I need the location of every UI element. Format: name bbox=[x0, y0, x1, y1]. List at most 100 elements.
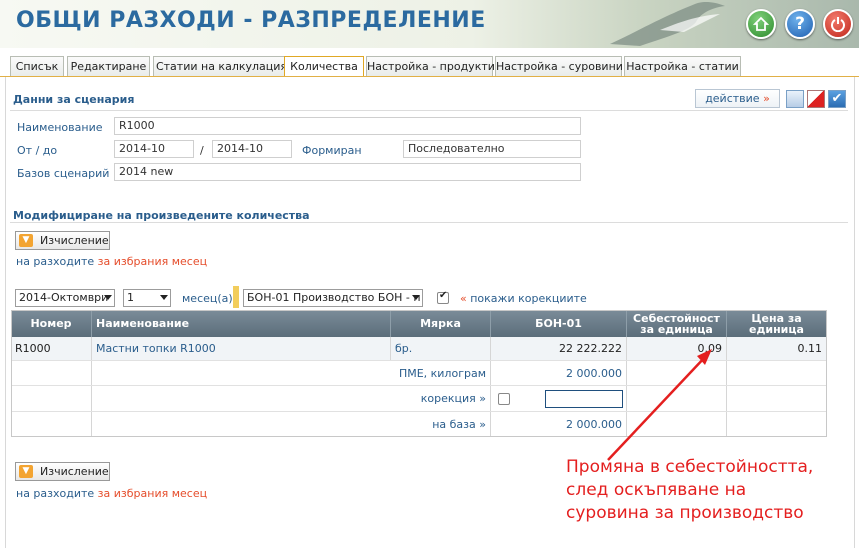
tab-edit[interactable]: Редактиране bbox=[67, 56, 150, 76]
cell-name-link[interactable]: Мастни топки R1000 bbox=[92, 337, 391, 360]
annotation-callout: Промяна в себестойността, след оскъпяван… bbox=[566, 456, 846, 525]
chevron-down-icon: ▼ bbox=[19, 465, 33, 478]
calc-hint-bottom: на разходите за избрания месец bbox=[16, 487, 207, 500]
calc-hint-link[interactable]: за избрания месец bbox=[98, 255, 207, 268]
cell-empty bbox=[11, 386, 92, 411]
list-icon[interactable] bbox=[786, 90, 804, 108]
table-row: корекция » bbox=[11, 386, 827, 412]
show-corrections-label: покажи корекциите bbox=[470, 292, 587, 305]
cell-number: R1000 bbox=[11, 337, 92, 360]
section-divider bbox=[10, 110, 848, 111]
col-unit-price[interactable]: Цена за единица bbox=[727, 310, 827, 337]
action-button[interactable]: действие » bbox=[695, 89, 780, 108]
month-select-value: 2014-Октомври bbox=[19, 291, 109, 304]
cell-correction-link[interactable]: корекция » bbox=[92, 386, 491, 411]
home-button[interactable] bbox=[746, 9, 776, 39]
action-arrow-icon: » bbox=[763, 92, 770, 105]
help-button[interactable]: ? bbox=[785, 9, 815, 39]
annotation-line: суровина за производство bbox=[566, 503, 804, 523]
cell-base-bon01: 2 000.000 bbox=[491, 412, 627, 437]
tab-settings-articles[interactable]: Настройка - статии bbox=[624, 56, 741, 76]
base-scenario-field[interactable]: 2014 new bbox=[114, 163, 581, 181]
calculate-label: Изчисление bbox=[40, 465, 109, 478]
chevron-down-icon bbox=[160, 295, 168, 300]
product-select-value: БОН-01 Производство БОН - п bbox=[247, 291, 421, 304]
month-count-value: 1 bbox=[127, 291, 134, 304]
calc-hint-blue: на разходите bbox=[16, 255, 98, 268]
chevron-down-icon bbox=[412, 295, 420, 300]
cell-pme-bon01: 2 000.000 bbox=[491, 361, 627, 385]
cell-unit: бр. bbox=[391, 337, 491, 360]
period-to-field[interactable]: 2014-10 bbox=[212, 140, 292, 158]
show-corrections-checkbox[interactable] bbox=[437, 290, 449, 304]
quantities-section-title: Модифициране на произведените количества bbox=[13, 209, 310, 222]
table-row: на база » 2 000.000 bbox=[11, 412, 827, 437]
table-header: Номер Наименование Мярка БОН-01 Себестой… bbox=[11, 310, 827, 337]
cell-pme-label: ПМЕ, килограм bbox=[92, 361, 491, 385]
tab-list[interactable]: Списък bbox=[10, 56, 64, 76]
correction-checkbox[interactable] bbox=[498, 393, 510, 405]
action-label: действие bbox=[705, 92, 760, 105]
tab-calc-articles[interactable]: Статии на калкулация bbox=[153, 56, 290, 76]
calculate-label: Изчисление bbox=[40, 234, 109, 247]
month-count-select[interactable]: 1 bbox=[123, 289, 171, 307]
power-button[interactable] bbox=[823, 9, 853, 39]
col-bon01[interactable]: БОН-01 bbox=[491, 310, 627, 337]
cell-empty bbox=[11, 412, 92, 437]
cell-empty bbox=[727, 412, 827, 437]
app-header: ОБЩИ РАЗХОДИ - РАЗПРЕДЕЛЕНИЕ ? bbox=[0, 0, 859, 48]
calc-hint-link[interactable]: за избрания месец bbox=[98, 487, 207, 500]
confirm-check-icon[interactable]: ✔ bbox=[828, 90, 846, 108]
tab-settings-materials[interactable]: Настройка - суровини bbox=[495, 56, 623, 76]
help-icon: ? bbox=[795, 14, 805, 34]
calculate-button-bottom[interactable]: ▼ Изчисление bbox=[15, 462, 110, 481]
product-select[interactable]: БОН-01 Производство БОН - п bbox=[243, 289, 423, 307]
annotation-line: след оскъпяване на bbox=[566, 480, 747, 500]
clear-icon[interactable] bbox=[807, 90, 825, 108]
chevron-down-icon: ▼ bbox=[19, 234, 33, 247]
scenario-section-title: Данни за сценария bbox=[13, 93, 135, 106]
section-divider bbox=[10, 222, 848, 223]
tab-settings-products[interactable]: Настройка - продукти bbox=[366, 56, 495, 76]
month-select[interactable]: 2014-Октомври bbox=[15, 289, 115, 307]
name-field[interactable]: R1000 bbox=[114, 117, 581, 135]
annotation-line: Промяна в себестойността, bbox=[566, 457, 814, 477]
period-label: От / до bbox=[17, 144, 58, 157]
period-separator: / bbox=[200, 144, 204, 157]
calc-hint-blue: на разходите bbox=[16, 487, 98, 500]
calculate-button[interactable]: ▼ Изчисление bbox=[15, 231, 110, 250]
show-corrections[interactable]: « покажи корекциите bbox=[460, 292, 587, 305]
cell-unit-price: 0.11 bbox=[727, 337, 827, 360]
cell-empty bbox=[727, 361, 827, 385]
table-row: ПМЕ, килограм 2 000.000 bbox=[11, 361, 827, 386]
correction-input[interactable] bbox=[545, 390, 623, 408]
show-corrections-arrow-icon: « bbox=[460, 292, 467, 305]
col-name[interactable]: Наименование bbox=[92, 310, 391, 337]
col-unit-cost[interactable]: Себестойност за единица bbox=[627, 310, 727, 337]
cell-empty bbox=[627, 386, 727, 411]
base-scenario-label: Базов сценарий bbox=[17, 167, 110, 180]
app-title: ОБЩИ РАЗХОДИ - РАЗПРЕДЕЛЕНИЕ bbox=[16, 8, 486, 33]
cell-base-link[interactable]: на база » bbox=[92, 412, 491, 437]
period-from-field[interactable]: 2014-10 bbox=[114, 140, 194, 158]
formed-label: Формиран bbox=[302, 144, 362, 157]
bird-logo-icon bbox=[610, 2, 725, 46]
formed-field[interactable]: Последователно bbox=[403, 140, 581, 158]
calc-hint: на разходите за избрания месец bbox=[16, 255, 207, 268]
cell-bon01: 22 222.222 bbox=[491, 337, 627, 360]
col-number[interactable]: Номер bbox=[11, 310, 92, 337]
power-icon bbox=[831, 17, 845, 32]
selection-marker bbox=[233, 286, 239, 308]
cell-empty bbox=[727, 386, 827, 411]
table-row: R1000 Мастни топки R1000 бр. 22 222.222 … bbox=[11, 337, 827, 361]
cell-empty bbox=[627, 361, 727, 385]
col-unit[interactable]: Мярка bbox=[391, 310, 491, 337]
home-icon bbox=[753, 16, 769, 31]
name-label: Наименование bbox=[17, 121, 103, 134]
cell-empty bbox=[627, 412, 727, 437]
months-label: месец(а) bbox=[182, 292, 233, 305]
cell-empty bbox=[11, 361, 92, 385]
tab-quantities[interactable]: Количества bbox=[284, 56, 364, 77]
cell-unit-cost: 0.09 bbox=[627, 337, 727, 360]
chevron-down-icon bbox=[104, 295, 112, 300]
